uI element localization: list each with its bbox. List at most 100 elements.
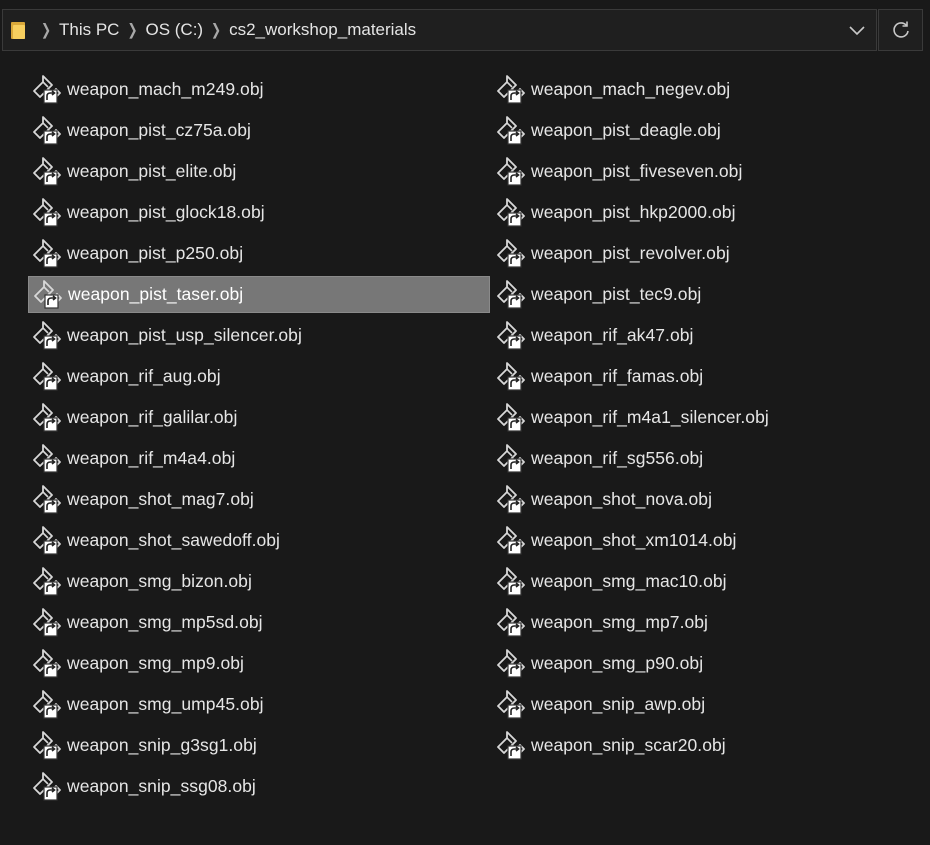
obj-file-shortcut-icon: [495, 524, 529, 558]
obj-file-shortcut-icon: [31, 606, 65, 640]
file-item[interactable]: weapon_pist_elite.obj: [28, 153, 490, 190]
file-name: weapon_snip_ssg08.obj: [67, 776, 256, 796]
file-item[interactable]: weapon_pist_cz75a.obj: [28, 112, 490, 149]
file-name: weapon_shot_mag7.obj: [67, 489, 254, 509]
file-name: weapon_pist_usp_silencer.obj: [67, 325, 302, 345]
file-item[interactable]: weapon_smg_ump45.obj: [28, 686, 490, 723]
file-item[interactable]: weapon_smg_bizon.obj: [28, 563, 490, 600]
file-item[interactable]: weapon_shot_mag7.obj: [28, 481, 490, 518]
file-item[interactable]: weapon_smg_p90.obj: [492, 645, 930, 682]
obj-file-shortcut-icon: [495, 319, 529, 353]
file-name: weapon_smg_ump45.obj: [67, 694, 264, 714]
file-name: weapon_smg_bizon.obj: [67, 571, 252, 591]
file-name: weapon_rif_m4a1_silencer.obj: [531, 407, 769, 427]
file-name: weapon_pist_revolver.obj: [531, 243, 730, 263]
breadcrumb-chevron-icon[interactable]: ❯: [205, 21, 227, 39]
address-box[interactable]: ❯ This PC ❯ OS (C:) ❯ cs2_workshop_mater…: [2, 9, 877, 51]
file-item[interactable]: weapon_rif_galilar.obj: [28, 399, 490, 436]
file-item[interactable]: weapon_rif_ak47.obj: [492, 317, 930, 354]
file-name: weapon_snip_awp.obj: [531, 694, 706, 714]
obj-file-shortcut-icon: [32, 278, 66, 312]
file-item[interactable]: weapon_shot_xm1014.obj: [492, 522, 930, 559]
file-name: weapon_shot_sawedoff.obj: [67, 530, 280, 550]
refresh-icon: [893, 21, 909, 38]
file-name: weapon_rif_aug.obj: [67, 366, 221, 386]
breadcrumb-current-folder[interactable]: cs2_workshop_materials: [227, 20, 418, 40]
obj-file-shortcut-icon: [495, 114, 529, 148]
file-item[interactable]: weapon_pist_fiveseven.obj: [492, 153, 930, 190]
file-item[interactable]: weapon_shot_sawedoff.obj: [28, 522, 490, 559]
obj-file-shortcut-icon: [31, 524, 65, 558]
file-item[interactable]: weapon_smg_mp5sd.obj: [28, 604, 490, 641]
file-item[interactable]: weapon_rif_m4a1_silencer.obj: [492, 399, 930, 436]
file-name: weapon_pist_taser.obj: [68, 284, 244, 304]
breadcrumb-this-pc[interactable]: This PC: [57, 20, 121, 40]
file-item[interactable]: weapon_mach_m249.obj: [28, 71, 490, 108]
file-item[interactable]: weapon_snip_awp.obj: [492, 686, 930, 723]
file-list-pane[interactable]: weapon_mach_m249.obj weapon_pist_cz75a.ob…: [4, 62, 930, 845]
file-name: weapon_mach_m249.obj: [67, 79, 264, 99]
obj-file-shortcut-icon: [31, 647, 65, 681]
file-name: weapon_pist_elite.obj: [67, 161, 237, 181]
file-item[interactable]: weapon_pist_hkp2000.obj: [492, 194, 930, 231]
file-name: weapon_snip_g3sg1.obj: [67, 735, 257, 755]
breadcrumb-chevron-icon[interactable]: ❯: [35, 21, 57, 39]
file-item[interactable]: weapon_pist_taser.obj: [28, 276, 490, 313]
file-item[interactable]: weapon_pist_tec9.obj: [492, 276, 930, 313]
file-item[interactable]: weapon_snip_g3sg1.obj: [28, 727, 490, 764]
obj-file-shortcut-icon: [31, 688, 65, 722]
file-name: weapon_shot_xm1014.obj: [531, 530, 737, 550]
obj-file-shortcut-icon: [31, 196, 65, 230]
file-item[interactable]: weapon_smg_mp7.obj: [492, 604, 930, 641]
file-item[interactable]: weapon_smg_mp9.obj: [28, 645, 490, 682]
file-item[interactable]: weapon_rif_sg556.obj: [492, 440, 930, 477]
file-item[interactable]: weapon_snip_scar20.obj: [492, 727, 930, 764]
file-item[interactable]: weapon_mach_negev.obj: [492, 71, 930, 108]
file-name: weapon_rif_ak47.obj: [531, 325, 694, 345]
chevron-down-icon[interactable]: [846, 20, 868, 40]
breadcrumb-os-drive[interactable]: OS (C:): [143, 20, 205, 40]
file-item[interactable]: weapon_pist_revolver.obj: [492, 235, 930, 272]
obj-file-shortcut-icon: [31, 770, 65, 804]
file-name: weapon_rif_sg556.obj: [531, 448, 704, 468]
file-name: weapon_pist_p250.obj: [67, 243, 244, 263]
file-item[interactable]: weapon_rif_m4a4.obj: [28, 440, 490, 477]
file-name: weapon_smg_p90.obj: [531, 653, 704, 673]
file-name: weapon_rif_galilar.obj: [67, 407, 238, 427]
obj-file-shortcut-icon: [495, 606, 529, 640]
refresh-button[interactable]: [878, 9, 923, 51]
obj-file-shortcut-icon: [495, 73, 529, 107]
obj-file-shortcut-icon: [31, 114, 65, 148]
file-item[interactable]: weapon_rif_aug.obj: [28, 358, 490, 395]
obj-file-shortcut-icon: [495, 155, 529, 189]
obj-file-shortcut-icon: [495, 237, 529, 271]
file-item[interactable]: weapon_pist_p250.obj: [28, 235, 490, 272]
file-item[interactable]: weapon_rif_famas.obj: [492, 358, 930, 395]
file-item[interactable]: weapon_pist_glock18.obj: [28, 194, 490, 231]
file-item[interactable]: weapon_pist_usp_silencer.obj: [28, 317, 490, 354]
obj-file-shortcut-icon: [495, 688, 529, 722]
file-name: weapon_smg_mp7.obj: [531, 612, 708, 632]
obj-file-shortcut-icon: [495, 647, 529, 681]
file-name: weapon_pist_glock18.obj: [67, 202, 265, 222]
obj-file-shortcut-icon: [31, 155, 65, 189]
obj-file-shortcut-icon: [495, 360, 529, 394]
file-explorer-window: ❯ This PC ❯ OS (C:) ❯ cs2_workshop_mater…: [0, 0, 930, 845]
obj-file-shortcut-icon: [495, 278, 529, 312]
obj-file-shortcut-icon: [495, 442, 529, 476]
file-item[interactable]: weapon_snip_ssg08.obj: [28, 768, 490, 805]
obj-file-shortcut-icon: [31, 237, 65, 271]
file-name: weapon_smg_mp5sd.obj: [67, 612, 263, 632]
file-name: weapon_shot_nova.obj: [531, 489, 713, 509]
obj-file-shortcut-icon: [495, 401, 529, 435]
file-item[interactable]: weapon_smg_mac10.obj: [492, 563, 930, 600]
file-item[interactable]: weapon_pist_deagle.obj: [492, 112, 930, 149]
file-name: weapon_rif_famas.obj: [531, 366, 704, 386]
obj-file-shortcut-icon: [31, 729, 65, 763]
obj-file-shortcut-icon: [31, 483, 65, 517]
obj-file-shortcut-icon: [495, 729, 529, 763]
breadcrumb-chevron-icon[interactable]: ❯: [121, 21, 143, 39]
file-item[interactable]: weapon_shot_nova.obj: [492, 481, 930, 518]
file-name: weapon_pist_hkp2000.obj: [531, 202, 736, 222]
file-name: weapon_pist_fiveseven.obj: [531, 161, 743, 181]
